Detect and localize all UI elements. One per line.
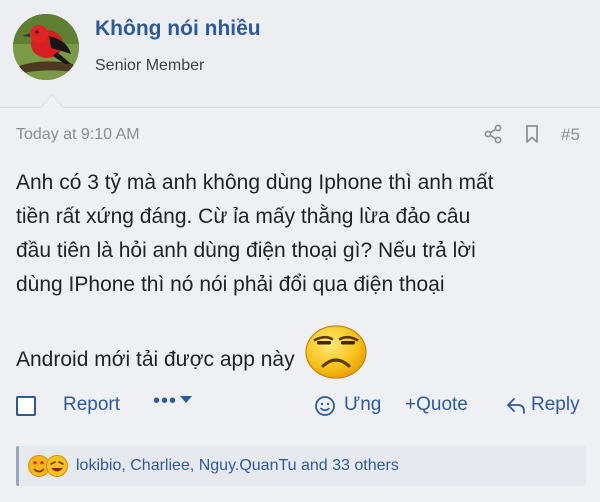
post-number-link[interactable]: #5 bbox=[561, 125, 580, 145]
share-icon[interactable] bbox=[483, 124, 503, 144]
username-link[interactable]: Không nói nhiều bbox=[95, 17, 261, 41]
post-message: Anh có 3 tỷ mà anh không dùng Iphone thì… bbox=[16, 166, 586, 380]
more-options-button[interactable]: ••• bbox=[153, 390, 193, 413]
haha-reaction-icon bbox=[46, 455, 68, 477]
user-title: Senior Member bbox=[95, 57, 205, 74]
message-line: Anh có 3 tỷ mà anh không dùng Iphone thì… bbox=[16, 171, 494, 194]
post-timestamp[interactable]: Today at 9:10 AM bbox=[16, 126, 140, 144]
bookmark-icon[interactable] bbox=[522, 124, 542, 144]
reactions-summary[interactable]: lokibio, Charliee, Nguy.QuanTu and 33 ot… bbox=[16, 446, 586, 486]
post-actions-bar: Report ••• Ưng +Quote Reply bbox=[0, 390, 600, 422]
reply-arrow-icon bbox=[507, 398, 525, 414]
select-post-checkbox[interactable] bbox=[16, 396, 36, 416]
message-line: đầu tiên là hỏi anh dùng điện thoại gì? … bbox=[16, 239, 476, 262]
user-avatar[interactable] bbox=[13, 14, 79, 80]
chevron-down-icon bbox=[180, 396, 193, 404]
reply-label: Reply bbox=[531, 394, 580, 415]
message-line: tiền rất xứng đáng. Cừ ỉa mấy thằng lừa … bbox=[16, 205, 471, 228]
quote-button[interactable]: +Quote bbox=[405, 394, 468, 416]
smiley-reaction-icon bbox=[315, 396, 335, 416]
post-user-header: Không nói nhiều Senior Member bbox=[0, 0, 600, 108]
reply-button[interactable]: Reply bbox=[506, 394, 580, 416]
reaction-users-link[interactable]: lokibio, Charliee, Nguy.QuanTu and 33 ot… bbox=[76, 457, 399, 475]
react-label: Ưng bbox=[344, 394, 382, 415]
message-line: Android mới tải được app này bbox=[16, 348, 295, 371]
report-button[interactable]: Report bbox=[63, 394, 120, 416]
message-line: dùng IPhone thì nó nói phải đổi qua điện… bbox=[16, 273, 445, 296]
message-line-with-emoji: Android mới tải được app này bbox=[16, 324, 586, 380]
unhappy-smiley-icon bbox=[304, 325, 367, 379]
react-button[interactable]: Ưng bbox=[314, 394, 381, 416]
avatar-bird-image bbox=[13, 14, 79, 80]
reaction-icons bbox=[28, 455, 68, 477]
more-dots: ••• bbox=[153, 390, 178, 412]
